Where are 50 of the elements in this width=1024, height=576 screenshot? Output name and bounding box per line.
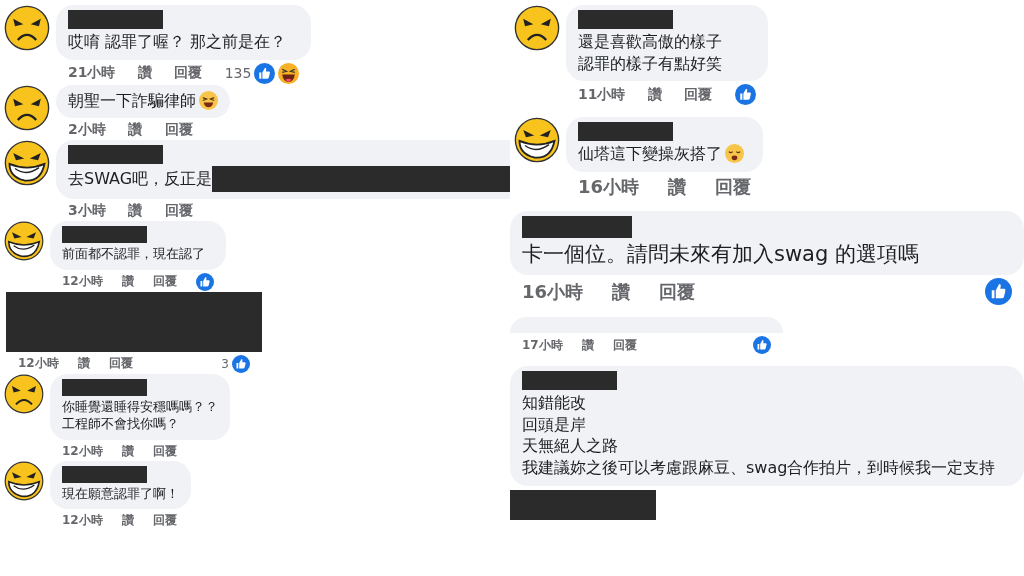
comment-text: 天無絕人之路 xyxy=(522,435,618,457)
comment-text: 朝聖一下詐騙律師 xyxy=(68,89,196,112)
reaction-count: 135 xyxy=(224,65,252,82)
like-link[interactable]: 讚 xyxy=(581,336,594,354)
comment-text: 前面都不認罪，現在認了 xyxy=(62,245,205,263)
like-link[interactable]: 讚 xyxy=(121,273,134,291)
comment-text: 哎唷 認罪了喔？ 那之前是在？ xyxy=(68,31,287,53)
reply-link[interactable]: 回覆 xyxy=(164,121,193,140)
comment-text: 知錯能改 xyxy=(522,392,586,414)
timestamp[interactable]: 17小時 xyxy=(522,336,563,354)
comment-text: 回頭是岸 xyxy=(522,413,586,436)
like-link[interactable]: 讚 xyxy=(128,121,143,140)
timestamp[interactable]: 16小時 xyxy=(522,279,584,304)
reply-link[interactable]: 回覆 xyxy=(153,273,178,291)
reply-link[interactable]: 回覆 xyxy=(658,279,695,304)
reply-link[interactable]: 回覆 xyxy=(714,174,751,199)
comment-text: 我建議妳之後可以考慮跟麻豆、swag合作拍片，到時候我一定支持 xyxy=(522,456,996,479)
timestamp[interactable]: 3小時 xyxy=(68,202,106,221)
like-link[interactable]: 讚 xyxy=(121,512,134,530)
comment-text: 工程師不會找你嗎？ xyxy=(62,415,179,433)
timestamp[interactable]: 16小時 xyxy=(578,174,640,199)
comment-text: 去SWAG吧，反正是 xyxy=(68,168,213,190)
timestamp[interactable]: 12小時 xyxy=(62,273,103,291)
timestamp[interactable]: 12小時 xyxy=(18,355,59,373)
reply-link[interactable]: 回覆 xyxy=(109,355,134,373)
like-link[interactable]: 讚 xyxy=(611,279,630,304)
comment-text: 認罪的樣子有點好笑 xyxy=(578,52,722,75)
timestamp[interactable]: 12小時 xyxy=(62,512,103,530)
like-link[interactable]: 讚 xyxy=(667,174,686,199)
like-link[interactable]: 讚 xyxy=(77,355,90,373)
timestamp[interactable]: 2小時 xyxy=(68,121,106,140)
reply-link[interactable]: 回覆 xyxy=(153,442,178,460)
reply-link[interactable]: 回覆 xyxy=(174,64,203,83)
comment-text: 現在願意認罪了啊！ xyxy=(62,484,179,503)
reply-link[interactable]: 回覆 xyxy=(164,202,193,221)
timestamp[interactable]: 21小時 xyxy=(68,64,116,83)
like-link[interactable]: 讚 xyxy=(121,442,134,460)
like-link[interactable]: 讚 xyxy=(128,202,143,221)
reply-link[interactable]: 回覆 xyxy=(153,512,178,530)
timestamp[interactable]: 11小時 xyxy=(578,85,626,104)
reply-link[interactable]: 回覆 xyxy=(613,336,638,354)
reply-link[interactable]: 回覆 xyxy=(684,85,713,104)
comment-text: 你睡覺還睡得安穩嗎嗎？？ xyxy=(62,397,218,416)
timestamp[interactable]: 12小時 xyxy=(62,442,103,460)
comment-text: 仙塔這下變操灰搭了 xyxy=(578,143,722,165)
reaction-count: 3 xyxy=(221,356,229,371)
comment-text: 還是喜歡高傲的樣子 xyxy=(578,31,722,53)
comment-text: 卡一個位。請問未來有加入swag 的選項嗎 xyxy=(522,240,919,268)
like-link[interactable]: 讚 xyxy=(137,64,152,83)
like-link[interactable]: 讚 xyxy=(647,85,662,104)
